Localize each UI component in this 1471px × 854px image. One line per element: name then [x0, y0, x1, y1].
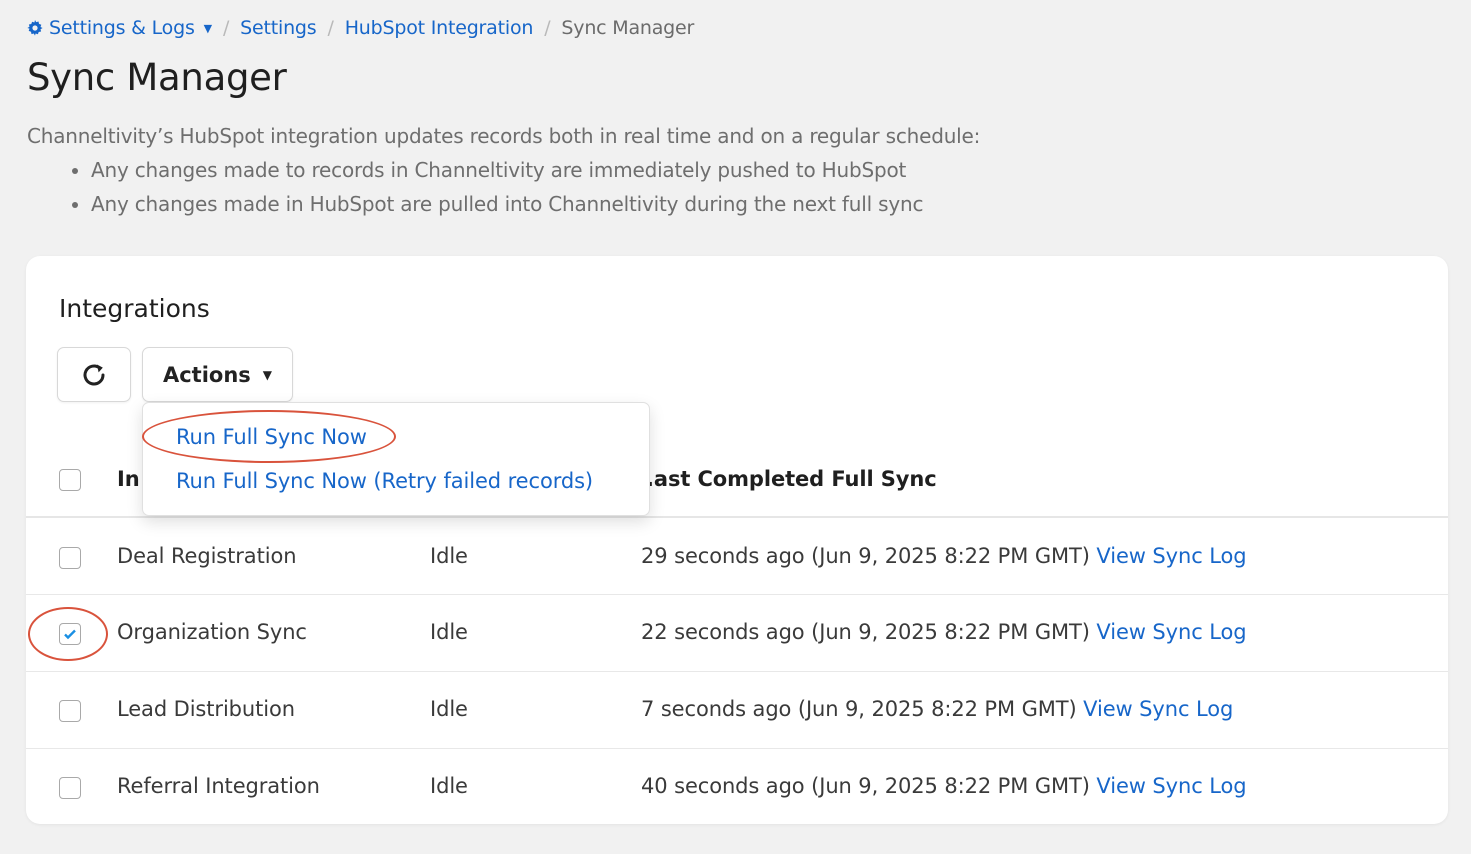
view-sync-log-link[interactable]: View Sync Log: [1096, 620, 1246, 644]
intro-text: Channeltivity’s HubSpot integration upda…: [27, 119, 980, 221]
breadcrumb: Settings & Logs ▼ / Settings / HubSpot I…: [27, 17, 694, 39]
integration-status: Idle: [430, 774, 468, 798]
integration-status: Idle: [430, 697, 468, 721]
row-checkbox[interactable]: [59, 777, 81, 799]
integrations-card: Integrations Actions ▼ In .ast Completed…: [26, 256, 1448, 824]
column-header-integration[interactable]: In: [117, 467, 140, 491]
refresh-button[interactable]: [57, 347, 131, 402]
breadcrumb-settings[interactable]: Settings: [240, 17, 317, 39]
breadcrumb-separator: /: [544, 17, 551, 39]
last-sync-cell: 22 seconds ago (Jun 9, 2025 8:22 PM GMT)…: [641, 620, 1247, 644]
actions-label: Actions: [162, 362, 251, 387]
caret-down-icon: ▼: [203, 21, 212, 35]
menu-item-run-full-sync[interactable]: Run Full Sync Now: [176, 425, 367, 449]
view-sync-log-link[interactable]: View Sync Log: [1096, 544, 1246, 568]
checkmark-icon: [64, 629, 76, 640]
actions-dropdown-menu: Run Full Sync Now Run Full Sync Now (Ret…: [142, 402, 650, 516]
actions-button[interactable]: Actions ▼: [142, 347, 293, 402]
last-sync-text: 7 seconds ago (Jun 9, 2025 8:22 PM GMT): [641, 697, 1077, 721]
card-title: Integrations: [59, 294, 210, 323]
breadcrumb-current: Sync Manager: [561, 17, 695, 39]
caret-down-icon: ▼: [262, 367, 273, 382]
menu-item-run-full-sync-retry[interactable]: Run Full Sync Now (Retry failed records): [176, 469, 593, 493]
integration-name: Referral Integration: [117, 774, 320, 798]
integration-status: Idle: [430, 544, 468, 568]
last-sync-cell: 29 seconds ago (Jun 9, 2025 8:22 PM GMT)…: [641, 544, 1247, 568]
view-sync-log-link[interactable]: View Sync Log: [1096, 774, 1246, 798]
refresh-icon: [83, 364, 105, 385]
table-row: Referral Integration Idle 40 seconds ago…: [26, 749, 1448, 826]
integration-name: Organization Sync: [117, 620, 307, 644]
view-sync-log-link[interactable]: View Sync Log: [1083, 697, 1233, 721]
row-checkbox[interactable]: [59, 623, 81, 645]
intro-bullets: Any changes made to records in Channelti…: [27, 153, 980, 221]
gear-icon: [27, 20, 43, 36]
row-checkbox[interactable]: [59, 700, 81, 722]
row-checkbox[interactable]: [59, 547, 81, 569]
breadcrumb-hubspot-integration[interactable]: HubSpot Integration: [345, 17, 534, 39]
breadcrumb-settings-logs[interactable]: Settings & Logs ▼: [27, 17, 212, 39]
intro-paragraph: Channeltivity’s HubSpot integration upda…: [27, 124, 981, 148]
breadcrumb-separator: /: [222, 17, 230, 39]
last-sync-text: 29 seconds ago (Jun 9, 2025 8:22 PM GMT): [641, 544, 1090, 568]
column-header-last-sync[interactable]: .ast Completed Full Sync: [646, 467, 937, 491]
breadcrumb-separator: /: [327, 17, 334, 39]
table-row: Lead Distribution Idle 7 seconds ago (Ju…: [26, 672, 1448, 749]
breadcrumb-item-label: Settings & Logs: [49, 17, 195, 39]
integration-name: Lead Distribution: [117, 697, 295, 721]
intro-bullet: Any changes made to records in Channelti…: [91, 153, 980, 187]
last-sync-text: 22 seconds ago (Jun 9, 2025 8:22 PM GMT): [641, 620, 1090, 644]
integration-status: Idle: [430, 620, 468, 644]
last-sync-cell: 7 seconds ago (Jun 9, 2025 8:22 PM GMT) …: [641, 697, 1233, 721]
table-row: Organization Sync Idle 22 seconds ago (J…: [26, 595, 1448, 672]
table-row: Deal Registration Idle 29 seconds ago (J…: [26, 518, 1448, 595]
last-sync-cell: 40 seconds ago (Jun 9, 2025 8:22 PM GMT)…: [641, 774, 1247, 798]
intro-bullet: Any changes made in HubSpot are pulled i…: [91, 187, 980, 221]
select-all-checkbox[interactable]: [59, 469, 81, 491]
integration-name: Deal Registration: [117, 544, 297, 568]
page-title: Sync Manager: [27, 56, 287, 99]
last-sync-text: 40 seconds ago (Jun 9, 2025 8:22 PM GMT): [641, 774, 1090, 798]
